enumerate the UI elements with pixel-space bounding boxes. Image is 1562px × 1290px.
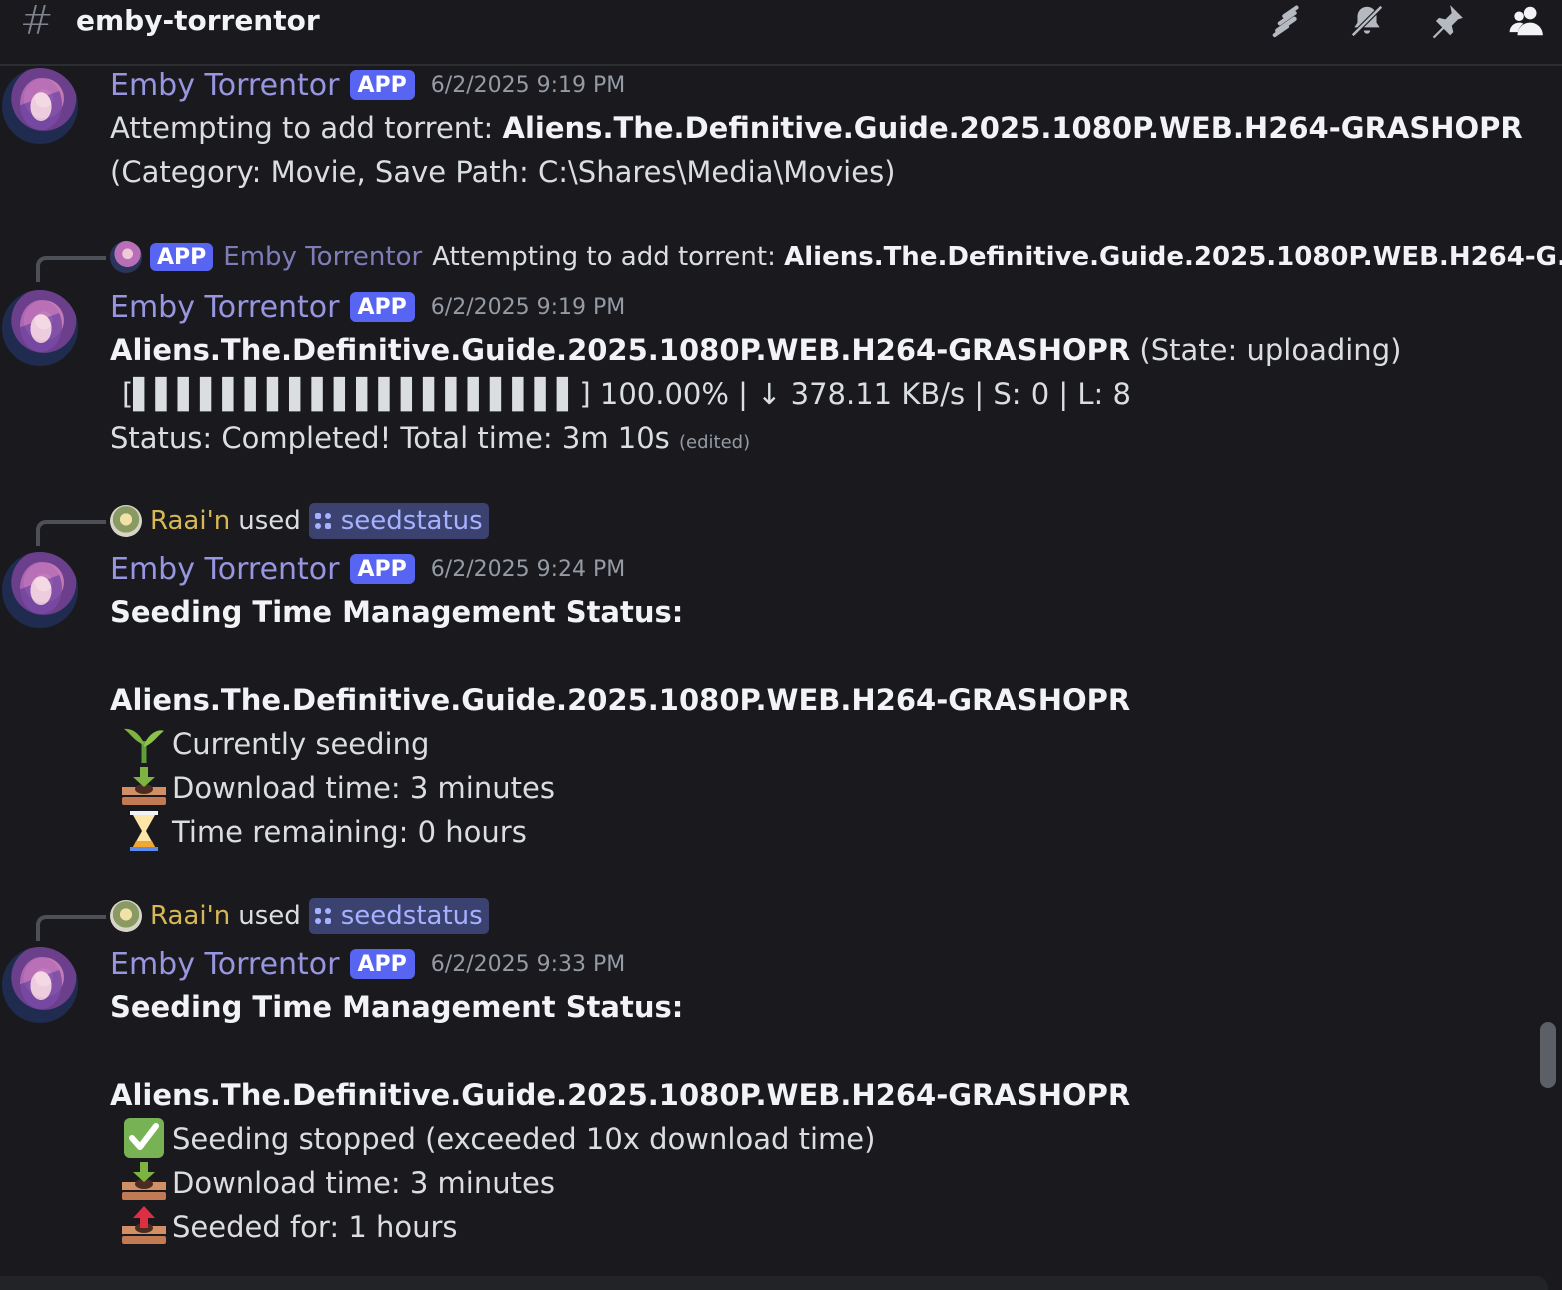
message-header: Emby Torrentor APP 6/2/2025 9:19 PM [110, 67, 625, 103]
bell-muted-icon[interactable] [1346, 0, 1388, 42]
seedling-icon [124, 728, 164, 763]
reply-avatar [110, 241, 142, 273]
message-line: Aliens.The.Definitive.Guide.2025.1080P.W… [110, 333, 1402, 367]
user-avatar[interactable] [110, 505, 142, 537]
members-icon[interactable] [1506, 0, 1548, 42]
author-name[interactable]: Emby Torrentor [110, 552, 340, 587]
avatar[interactable] [2, 947, 78, 1023]
app-badge: APP [349, 554, 415, 584]
status-item: Download time: 3 minutes [110, 767, 555, 810]
message-header: Emby Torrentor APP 6/2/2025 9:24 PM [110, 551, 625, 587]
message-line: Attempting to add torrent: Aliens.The.De… [110, 111, 1523, 145]
avatar[interactable] [2, 290, 78, 366]
check-mark-icon [124, 1118, 164, 1158]
timestamp[interactable]: 6/2/2025 9:19 PM [431, 295, 625, 320]
status-title: Seeding Time Management Status: [110, 595, 684, 629]
reply-connector [36, 256, 106, 282]
status-title: Seeding Time Management Status: [110, 990, 684, 1024]
command-name: seedstatus [340, 506, 483, 536]
author-name[interactable]: Emby Torrentor [110, 68, 340, 103]
timestamp[interactable]: 6/2/2025 9:33 PM [431, 952, 625, 977]
channel-header: # emby-torrentor [0, 0, 1562, 66]
used-label: used [238, 901, 301, 931]
message-header: Emby Torrentor APP 6/2/2025 9:19 PM [110, 289, 625, 325]
avatar[interactable] [2, 68, 78, 144]
app-badge: APP [150, 243, 214, 271]
status-item: Download time: 3 minutes [110, 1162, 555, 1205]
status-line: Status: Completed! Total time: 3m 10s (e… [110, 421, 751, 455]
download-tray-icon [122, 1162, 166, 1200]
command-preview: Raai'n used seedstatus [110, 502, 489, 540]
app-badge: APP [349, 70, 415, 100]
edited-label: (edited) [679, 432, 751, 453]
avatar[interactable] [2, 552, 78, 628]
torrent-name: Aliens.The.Definitive.Guide.2025.1080P.W… [502, 111, 1523, 145]
reply-author[interactable]: Emby Torrentor [223, 242, 422, 272]
status-item: Seeding stopped (exceeded 10x download t… [110, 1118, 875, 1161]
app-command-icon [314, 908, 331, 924]
status-item: Seeded for: 1 hours [110, 1206, 458, 1249]
torrent-name: Aliens.The.Definitive.Guide.2025.1080P.W… [110, 683, 1131, 717]
reply-text: Attempting to add torrent: Aliens.The.De… [432, 242, 1562, 272]
torrent-name: Aliens.The.Definitive.Guide.2025.1080P.W… [110, 1078, 1131, 1112]
used-label: used [238, 506, 301, 536]
reply-connector [36, 915, 106, 941]
reply-preview[interactable]: APP Emby Torrentor Attempting to add tor… [110, 238, 1562, 276]
author-name[interactable]: Emby Torrentor [110, 290, 340, 325]
pin-icon[interactable] [1426, 0, 1468, 42]
download-tray-icon [122, 767, 166, 805]
user-avatar[interactable] [110, 900, 142, 932]
channel-name: emby-torrentor [76, 4, 320, 37]
user-name[interactable]: Raai'n [150, 901, 230, 931]
timestamp[interactable]: 6/2/2025 9:24 PM [431, 557, 625, 582]
message-header: Emby Torrentor APP 6/2/2025 9:33 PM [110, 946, 625, 982]
app-badge: APP [349, 292, 415, 322]
threads-icon[interactable] [1266, 0, 1308, 42]
app-badge: APP [349, 949, 415, 979]
composer-edge [0, 1276, 1548, 1290]
timestamp[interactable]: 6/2/2025 9:19 PM [431, 73, 625, 98]
upload-tray-icon [122, 1206, 166, 1244]
hash-threads-icon: # [20, 0, 54, 44]
reply-connector [36, 520, 106, 546]
progress-line: [▌▌▌▌▌▌▌▌▌▌▌▌▌▌▌▌▌▌▌▌] 100.00% | ↓ 378.1… [122, 377, 1131, 411]
command-name: seedstatus [340, 901, 483, 931]
torrent-name: Aliens.The.Definitive.Guide.2025.1080P.W… [110, 333, 1131, 367]
scrollbar-thumb[interactable] [1540, 1022, 1556, 1088]
command-pill[interactable]: seedstatus [308, 898, 489, 934]
command-pill[interactable]: seedstatus [308, 503, 489, 539]
message-line: (Category: Movie, Save Path: C:\Shares\M… [110, 155, 896, 189]
author-name[interactable]: Emby Torrentor [110, 947, 340, 982]
app-command-icon [314, 513, 331, 529]
user-name[interactable]: Raai'n [150, 506, 230, 536]
status-item: Time remaining: 0 hours [110, 811, 527, 854]
command-preview: Raai'n used seedstatus [110, 897, 489, 935]
hourglass-icon [130, 811, 158, 851]
status-item: Currently seeding [110, 724, 429, 766]
